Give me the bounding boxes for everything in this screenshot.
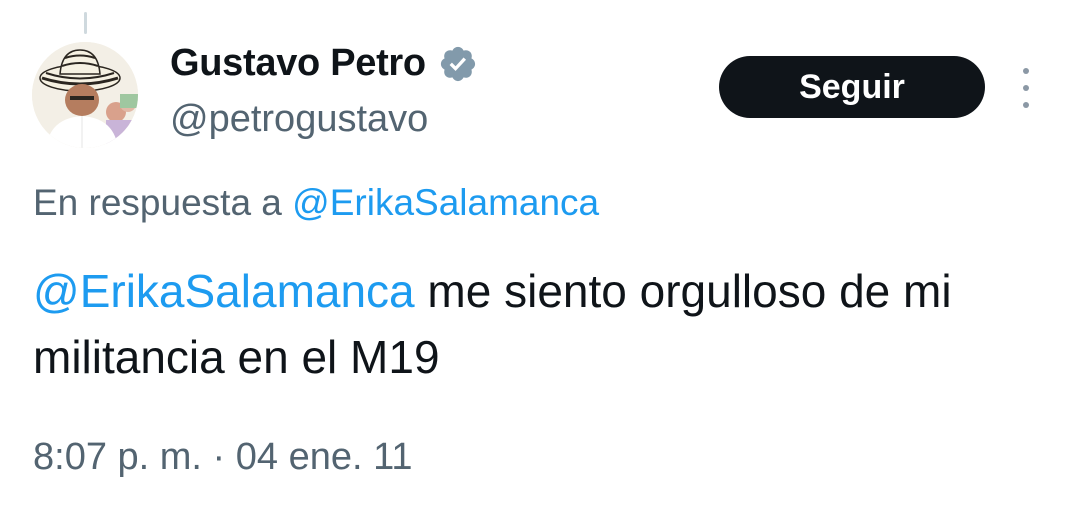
reply-mention-link[interactable]: @ErikaSalamanca <box>292 182 599 223</box>
author-name-text[interactable]: Gustavo Petro <box>170 42 426 85</box>
more-dot <box>1023 68 1029 74</box>
reply-prefix: En respuesta a <box>33 182 282 223</box>
more-options-icon[interactable] <box>1014 68 1038 108</box>
tweet-timestamp[interactable]: 8:07 p. m. · 04 ene. 11 <box>33 436 413 479</box>
author-handle[interactable]: @petrogustavo <box>170 98 428 141</box>
tweet-mention-link[interactable]: @ErikaSalamanca <box>33 265 415 317</box>
follow-button[interactable]: Seguir <box>719 56 985 118</box>
more-dot <box>1023 85 1029 91</box>
more-dot <box>1023 102 1029 108</box>
avatar-image <box>32 42 138 148</box>
tweet-text: @ErikaSalamanca me siento orgulloso de m… <box>33 258 1043 390</box>
verified-badge-icon <box>440 46 475 81</box>
avatar[interactable] <box>32 42 138 148</box>
thread-connector-line <box>84 12 87 34</box>
reply-context: En respuesta a @ErikaSalamanca <box>33 182 599 224</box>
author-name[interactable]: Gustavo Petro <box>170 42 478 85</box>
